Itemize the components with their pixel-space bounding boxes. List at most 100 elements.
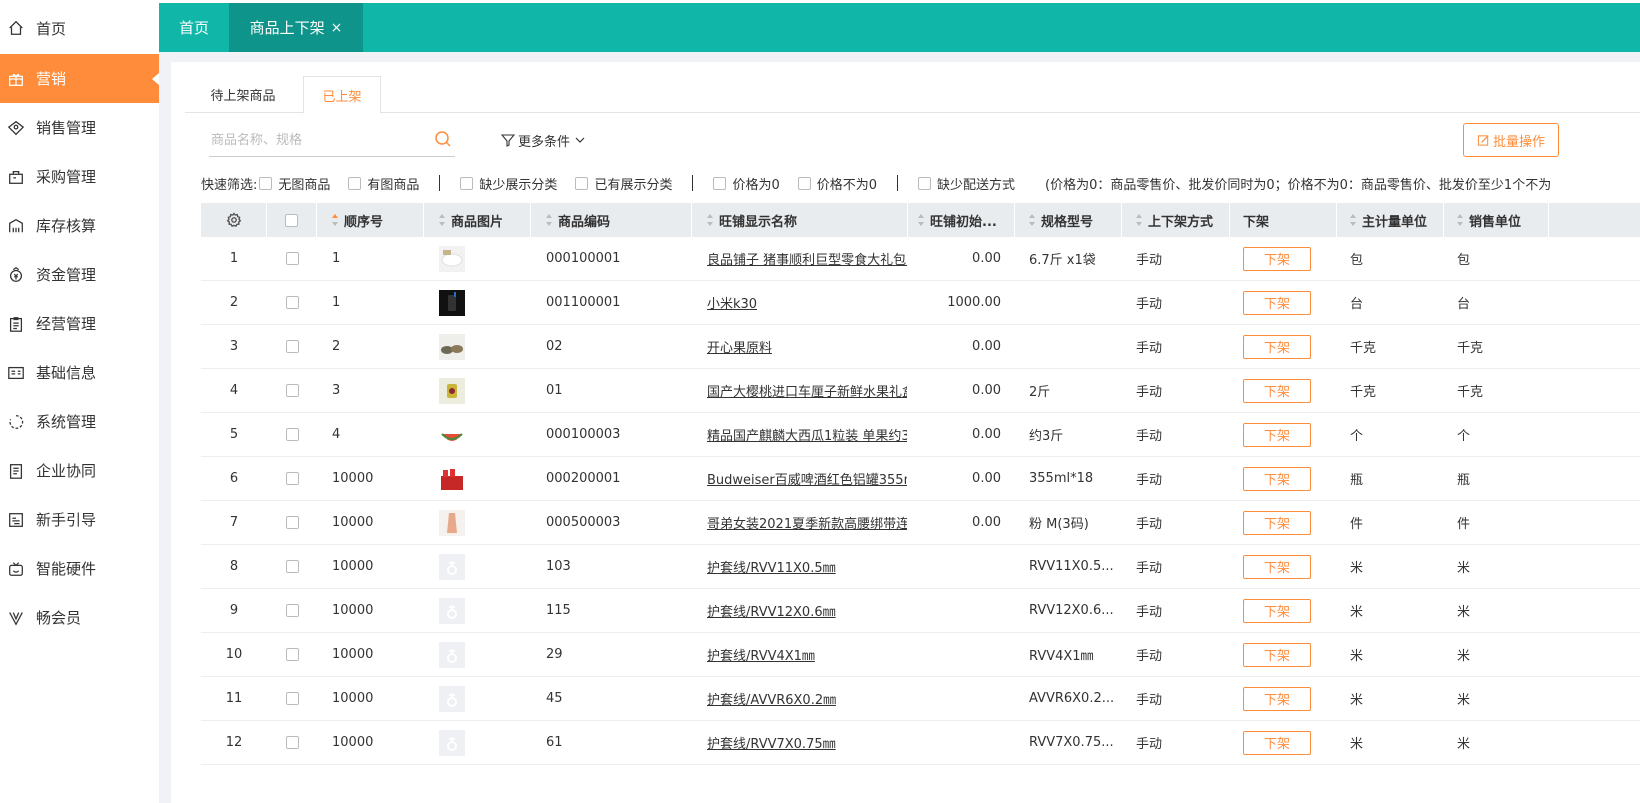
sidebar-item-inventory[interactable]: 库存核算 (0, 201, 159, 250)
sidebar-item-newbie-guide[interactable]: 新手引导 (0, 495, 159, 544)
row-checkbox[interactable] (285, 252, 299, 265)
product-image[interactable] (439, 377, 465, 404)
top-tab-product-shelf[interactable]: 商品上下架 × (229, 3, 363, 52)
sort-icon[interactable] (546, 214, 552, 226)
delist-button[interactable]: 下架 (1243, 422, 1311, 447)
header-shelf-mode[interactable]: 上下架方式 (1122, 203, 1230, 237)
sort-icon[interactable] (439, 214, 445, 226)
table-row[interactable]: 10 10000 29 护套线/RVV4X1㎜ RVV4X1㎜ 手动 下架 米 … (201, 633, 1640, 677)
row-checkbox[interactable] (285, 296, 299, 309)
sort-icon[interactable] (918, 214, 924, 226)
delist-button[interactable]: 下架 (1243, 642, 1311, 667)
checkbox[interactable] (259, 176, 273, 190)
row-checkbox[interactable] (285, 516, 299, 529)
delist-button[interactable]: 下架 (1243, 466, 1311, 491)
delist-button[interactable]: 下架 (1243, 378, 1311, 403)
sort-icon[interactable] (1029, 214, 1035, 226)
sort-icon[interactable] (1136, 214, 1142, 226)
product-image[interactable] (439, 289, 465, 316)
header-main-unit[interactable]: 主计量单位 (1337, 203, 1444, 237)
sort-icon[interactable] (1350, 214, 1356, 226)
sidebar-item-operations[interactable]: 经营管理 (0, 299, 159, 348)
delist-button[interactable]: 下架 (1243, 730, 1311, 755)
sidebar-item-basic-info[interactable]: 基础信息 (0, 348, 159, 397)
sort-icon[interactable] (707, 214, 713, 226)
sidebar-item-hardware[interactable]: 智能硬件 (0, 544, 159, 593)
product-image[interactable] (439, 685, 465, 712)
filter-missing-delivery[interactable]: 缺少配送方式 (918, 174, 1015, 193)
sidebar-item-collaboration[interactable]: 企业协同 (0, 446, 159, 495)
product-name-link[interactable]: 护套线/RVV11X0.5㎜ (707, 557, 836, 576)
sidebar-item-marketing[interactable]: 营销 (0, 54, 159, 103)
checkbox[interactable] (713, 176, 727, 190)
row-checkbox[interactable] (285, 428, 299, 441)
delist-button[interactable]: 下架 (1243, 246, 1311, 271)
search-input[interactable] (209, 124, 413, 156)
delist-button[interactable]: 下架 (1243, 554, 1311, 579)
product-name-link[interactable]: 护套线/AVVR6X0.2㎜ (707, 689, 836, 708)
table-row[interactable]: 6 10000 000200001 Budweiser百威啤酒红色铝罐355ml… (201, 457, 1640, 501)
filter-has-category[interactable]: 已有展示分类 (575, 174, 672, 193)
table-row[interactable]: 11 10000 45 护套线/AVVR6X0.2㎜ AVVR6X0.2... … (201, 677, 1640, 721)
row-checkbox[interactable] (285, 692, 299, 705)
subtab-listed[interactable]: 已上架 (303, 76, 381, 114)
sidebar-item-home[interactable]: 首页 (0, 2, 159, 54)
product-name-link[interactable]: 小米k30 (707, 293, 757, 312)
checkbox[interactable] (460, 176, 474, 190)
checkbox[interactable] (918, 176, 932, 190)
table-row[interactable]: 12 10000 61 护套线/RVV7X0.75㎜ RVV7X0.75... … (201, 721, 1640, 765)
table-row[interactable]: 4 3 01 国产大樱桃进口车厘子新鲜水果礼盒 0.00 2斤 手动 下架 千克… (201, 369, 1640, 413)
row-checkbox[interactable] (285, 340, 299, 353)
gear-icon[interactable] (226, 212, 242, 228)
product-image[interactable] (439, 245, 465, 272)
delist-button[interactable]: 下架 (1243, 334, 1311, 359)
header-image[interactable]: 商品图片 (424, 203, 531, 237)
checkbox[interactable] (348, 176, 362, 190)
product-image[interactable] (439, 509, 465, 536)
row-checkbox[interactable] (285, 736, 299, 749)
filter-price-zero[interactable]: 价格为0 (713, 174, 780, 193)
product-image[interactable] (439, 333, 465, 360)
sidebar-item-vip[interactable]: 畅会员 (0, 593, 159, 642)
header-shop-price[interactable]: 旺铺初始... (908, 203, 1015, 237)
close-icon[interactable]: × (331, 20, 343, 36)
table-row[interactable]: 3 2 02 开心果原料 0.00 手动 下架 千克 千克 (201, 325, 1640, 369)
sidebar-item-sales[interactable]: 销售管理 (0, 103, 159, 152)
search-icon[interactable] (433, 129, 453, 149)
checkbox[interactable] (575, 176, 589, 190)
filter-has-image[interactable]: 有图商品 (348, 174, 419, 193)
subtab-pending[interactable]: 待上架商品 (185, 76, 301, 112)
filter-missing-category[interactable]: 缺少展示分类 (460, 174, 557, 193)
table-row[interactable]: 9 10000 115 护套线/RVV12X0.6㎜ RVV12X0.6... … (201, 589, 1640, 633)
filter-price-nonzero[interactable]: 价格不为0 (797, 174, 877, 193)
sidebar-item-system[interactable]: 系统管理 (0, 397, 159, 446)
header-seq[interactable]: 顺序号 (317, 203, 424, 237)
select-all-checkbox[interactable] (285, 213, 298, 227)
product-name-link[interactable]: 精品国产麒麟大西瓜1粒装 单果约3斤 (707, 425, 907, 444)
product-name-link[interactable]: 护套线/RVV4X1㎜ (707, 645, 815, 664)
table-row[interactable]: 1 1 000100001 良品铺子 猪事顺利巨型零食大礼包2 0.00 6.7… (201, 237, 1640, 281)
delist-button[interactable]: 下架 (1243, 686, 1311, 711)
table-row[interactable]: 7 10000 000500003 哥弟女装2021夏季新款高腰绑带连衣裙 0.… (201, 501, 1640, 545)
header-shop-name[interactable]: 旺铺显示名称 (692, 203, 908, 237)
sort-icon[interactable] (1457, 214, 1463, 226)
product-image[interactable] (439, 421, 465, 448)
product-name-link[interactable]: 开心果原料 (707, 337, 772, 356)
product-name-link[interactable]: 国产大樱桃进口车厘子新鲜水果礼盒 (707, 381, 907, 400)
product-image[interactable] (439, 465, 465, 492)
top-tab-home[interactable]: 首页 (159, 3, 229, 52)
product-name-link[interactable]: 护套线/RVV7X0.75㎜ (707, 733, 836, 752)
delist-button[interactable]: 下架 (1243, 598, 1311, 623)
product-image[interactable] (439, 641, 465, 668)
product-image[interactable] (439, 553, 465, 580)
product-name-link[interactable]: 良品铺子 猪事顺利巨型零食大礼包2 (707, 249, 907, 268)
table-row[interactable]: 8 10000 103 护套线/RVV11X0.5㎜ RVV11X0.5... … (201, 545, 1640, 589)
checkbox[interactable] (797, 176, 811, 190)
batch-operation-button[interactable]: 批量操作 (1463, 123, 1559, 157)
table-row[interactable]: 2 1 001100001 小米k30 1000.00 手动 下架 台 台 (201, 281, 1640, 325)
sidebar-item-funds[interactable]: 资金管理 (0, 250, 159, 299)
sort-icon[interactable] (332, 214, 338, 226)
product-name-link[interactable]: 护套线/RVV12X0.6㎜ (707, 601, 836, 620)
row-checkbox[interactable] (285, 648, 299, 661)
row-checkbox[interactable] (285, 560, 299, 573)
